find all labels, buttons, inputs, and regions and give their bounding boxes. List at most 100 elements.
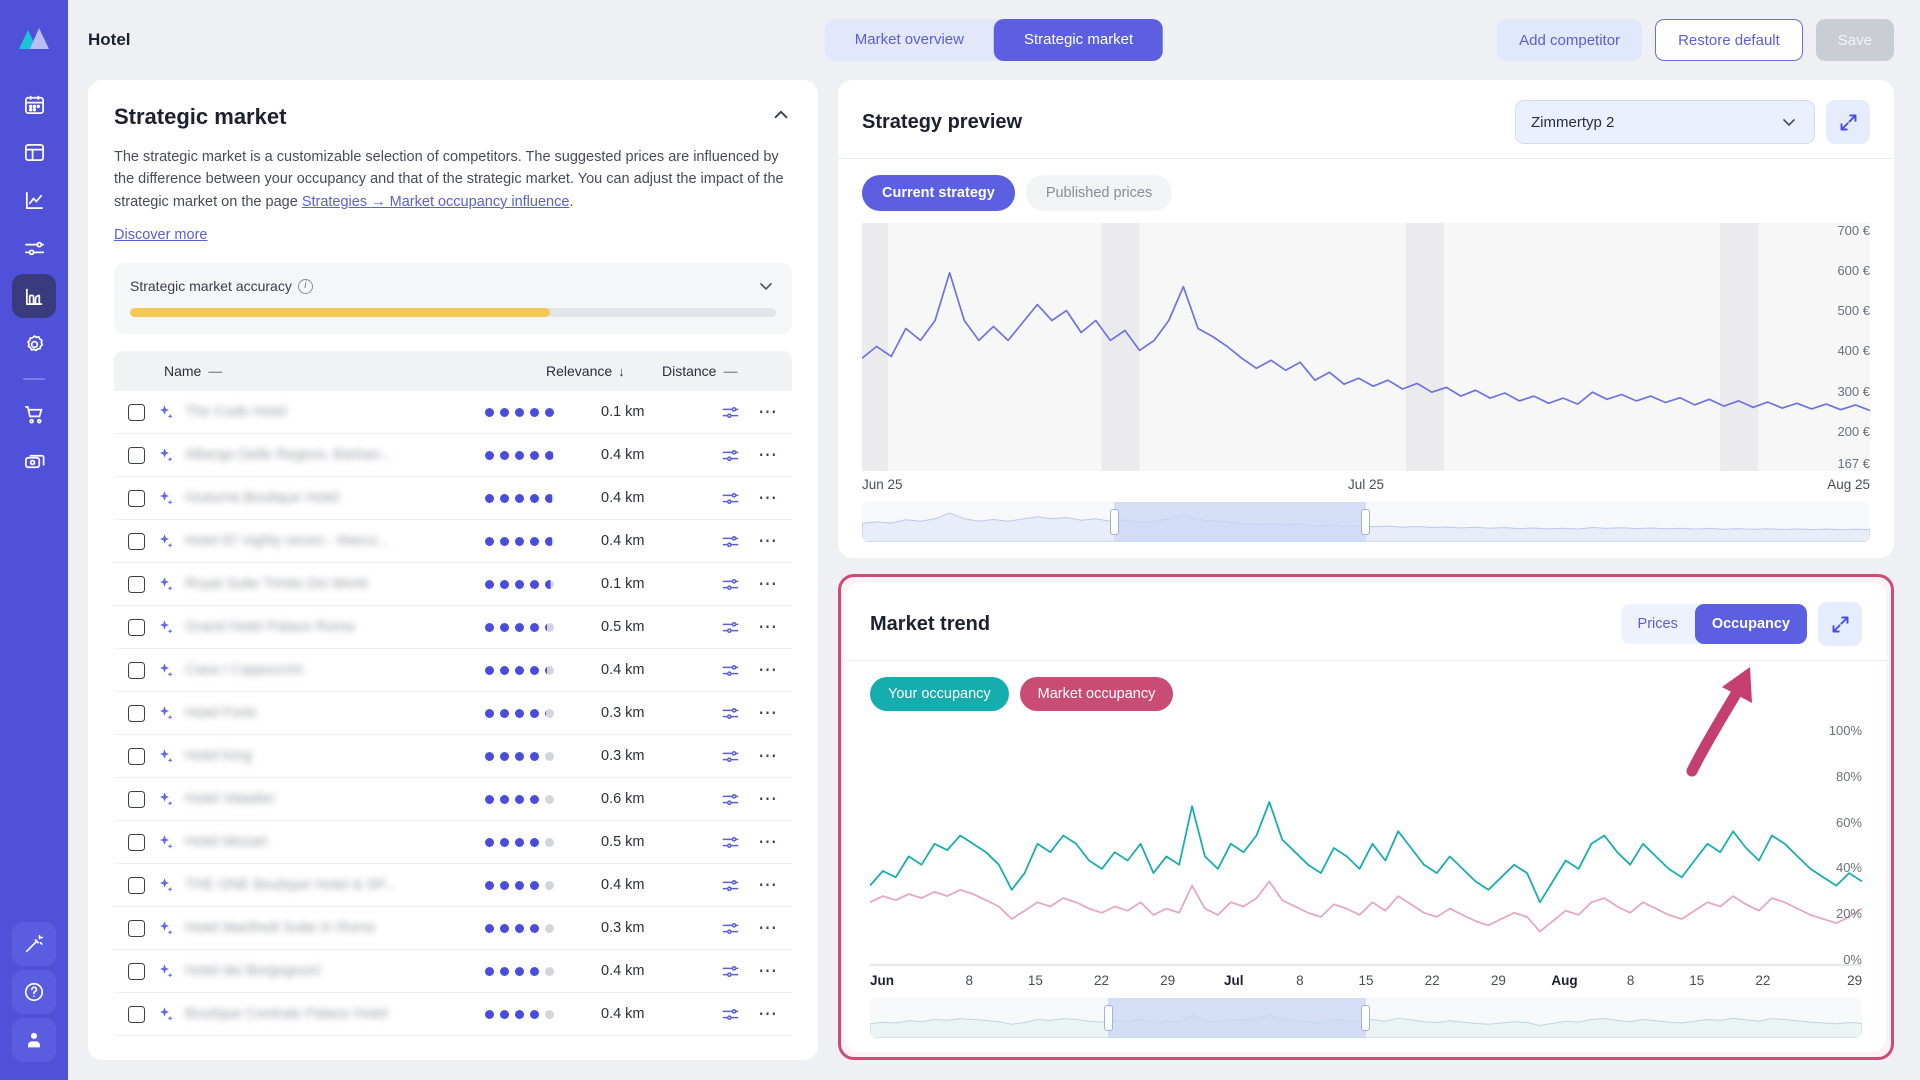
row-checkbox[interactable]	[128, 532, 145, 550]
column-header-distance[interactable]: Distance —	[662, 363, 778, 379]
table-row[interactable]: Hotel Valadier 0.6 km ⋯	[114, 778, 792, 822]
sidebar-item-calendar[interactable]	[12, 82, 56, 126]
sidebar-item-help[interactable]	[12, 970, 56, 1014]
table-row[interactable]: The Code Hotel 0.1 km ⋯	[114, 391, 792, 435]
row-checkbox[interactable]	[128, 919, 145, 937]
row-more-menu-button[interactable]: ⋯	[758, 747, 778, 766]
range-handle-right[interactable]	[1361, 509, 1370, 535]
row-checkbox[interactable]	[128, 575, 145, 593]
table-row[interactable]: Albergo Delle Regioni, Barbari... 0.4 km ⋯	[114, 434, 792, 478]
market-trend-range-slider[interactable]	[870, 998, 1862, 1038]
sidebar-item-analytics[interactable]	[12, 178, 56, 222]
tab-published-prices[interactable]: Published prices	[1025, 175, 1173, 211]
column-header-name[interactable]: Name —	[128, 363, 546, 379]
sidebar-item-shop[interactable]	[12, 392, 56, 436]
row-checkbox[interactable]	[128, 489, 145, 507]
row-checkbox[interactable]	[128, 618, 145, 636]
row-adjust-icon[interactable]	[721, 618, 740, 637]
strategy-preview-range-slider[interactable]	[862, 502, 1870, 542]
row-adjust-icon[interactable]	[721, 446, 740, 465]
table-row[interactable]: Giulurria Boutique Hotel 0.4 km ⋯	[114, 477, 792, 521]
sidebar-item-settings[interactable]	[12, 322, 56, 366]
row-checkbox[interactable]	[128, 446, 145, 464]
sidebar-item-billing[interactable]	[12, 440, 56, 484]
tab-market-overview[interactable]: Market overview	[825, 19, 994, 61]
expand-market-trend-button[interactable]	[1818, 602, 1862, 646]
table-row[interactable]: Grand Hotel Palace Roma 0.5 km ⋯	[114, 606, 792, 650]
row-adjust-icon[interactable]	[721, 876, 740, 895]
row-adjust-icon[interactable]	[721, 403, 740, 422]
sidebar-item-dashboard[interactable]	[12, 130, 56, 174]
add-competitor-button[interactable]: Add competitor	[1497, 19, 1643, 61]
table-row[interactable]: Casa I Cappuccini 0.4 km ⋯	[114, 649, 792, 693]
row-more-menu-button[interactable]: ⋯	[758, 962, 778, 981]
row-more-menu-button[interactable]: ⋯	[758, 790, 778, 809]
row-checkbox[interactable]	[128, 661, 145, 679]
row-more-menu-button[interactable]: ⋯	[758, 575, 778, 594]
accuracy-expand-button[interactable]	[756, 276, 776, 296]
tab-occupancy[interactable]: Occupancy	[1694, 604, 1807, 644]
range-selection[interactable]	[1108, 998, 1366, 1038]
row-checkbox[interactable]	[128, 962, 145, 980]
row-checkbox[interactable]	[128, 747, 145, 765]
row-checkbox[interactable]	[128, 403, 145, 421]
legend-your-occupancy[interactable]: Your occupancy	[870, 677, 1009, 711]
table-row[interactable]: Hotel King 0.3 km ⋯	[114, 735, 792, 779]
row-more-menu-button[interactable]: ⋯	[758, 661, 778, 680]
table-row[interactable]: Hotel Manfredi Suite In Rome 0.3 km ⋯	[114, 907, 792, 951]
row-more-menu-button[interactable]: ⋯	[758, 446, 778, 465]
table-row[interactable]: THE ONE Boutique Hotel & SP... 0.4 km ⋯	[114, 864, 792, 908]
row-more-menu-button[interactable]: ⋯	[758, 618, 778, 637]
row-adjust-icon[interactable]	[721, 575, 740, 594]
room-type-select[interactable]: Zimmertyp 2	[1515, 100, 1815, 144]
row-adjust-icon[interactable]	[721, 532, 740, 551]
market-occupancy-influence-link[interactable]: Strategies → Market occupancy influence	[302, 194, 570, 210]
row-adjust-icon[interactable]	[721, 833, 740, 852]
range-selection[interactable]	[1114, 502, 1366, 542]
table-row[interactable]: Hotel 87 eighty seven - Marco... 0.4 km ⋯	[114, 520, 792, 564]
row-checkbox[interactable]	[128, 876, 145, 894]
row-more-menu-button[interactable]: ⋯	[758, 919, 778, 938]
range-handle-right[interactable]	[1361, 1005, 1370, 1031]
row-adjust-icon[interactable]	[721, 790, 740, 809]
range-handle-left[interactable]	[1110, 509, 1119, 535]
info-icon[interactable]: i	[297, 278, 313, 294]
row-more-menu-button[interactable]: ⋯	[758, 489, 778, 508]
tab-strategic-market[interactable]: Strategic market	[993, 19, 1164, 61]
row-checkbox[interactable]	[128, 790, 145, 808]
row-adjust-icon[interactable]	[721, 747, 740, 766]
column-header-relevance[interactable]: Relevance ↓	[546, 363, 662, 379]
row-more-menu-button[interactable]: ⋯	[758, 876, 778, 895]
row-adjust-icon[interactable]	[721, 661, 740, 680]
restore-default-button[interactable]: Restore default	[1655, 19, 1803, 61]
table-row[interactable]: Hotel Mozart 0.5 km ⋯	[114, 821, 792, 865]
table-row[interactable]: Boutique Centrale Palace Hotel 0.4 km ⋯	[114, 993, 792, 1037]
tab-prices[interactable]: Prices	[1621, 604, 1695, 644]
app-logo[interactable]	[12, 16, 56, 60]
sidebar-item-market[interactable]	[12, 274, 56, 318]
sidebar-item-assistant[interactable]	[12, 922, 56, 966]
row-adjust-icon[interactable]	[721, 962, 740, 981]
table-row[interactable]: Hotel Forte 0.3 km ⋯	[114, 692, 792, 736]
row-checkbox[interactable]	[128, 704, 145, 722]
row-more-menu-button[interactable]: ⋯	[758, 704, 778, 723]
sidebar-item-sliders[interactable]	[12, 226, 56, 270]
row-checkbox[interactable]	[128, 833, 145, 851]
range-handle-left[interactable]	[1104, 1005, 1114, 1031]
table-row[interactable]: Hotel dei Borgognoni 0.4 km ⋯	[114, 950, 792, 994]
sidebar-item-account[interactable]	[12, 1018, 56, 1062]
tab-current-strategy[interactable]: Current strategy	[862, 175, 1015, 211]
legend-market-occupancy[interactable]: Market occupancy	[1019, 677, 1174, 711]
row-more-menu-button[interactable]: ⋯	[758, 532, 778, 551]
expand-strategy-preview-button[interactable]	[1826, 100, 1870, 144]
row-more-menu-button[interactable]: ⋯	[758, 403, 778, 422]
row-adjust-icon[interactable]	[721, 919, 740, 938]
row-more-menu-button[interactable]: ⋯	[758, 833, 778, 852]
row-more-menu-button[interactable]: ⋯	[758, 1005, 778, 1024]
row-adjust-icon[interactable]	[721, 1005, 740, 1024]
row-checkbox[interactable]	[128, 1005, 145, 1023]
collapse-panel-button[interactable]	[770, 104, 792, 126]
row-adjust-icon[interactable]	[721, 489, 740, 508]
table-row[interactable]: Royal Suite Trinita Dei Monti 0.1 km ⋯	[114, 563, 792, 607]
row-adjust-icon[interactable]	[721, 704, 740, 723]
